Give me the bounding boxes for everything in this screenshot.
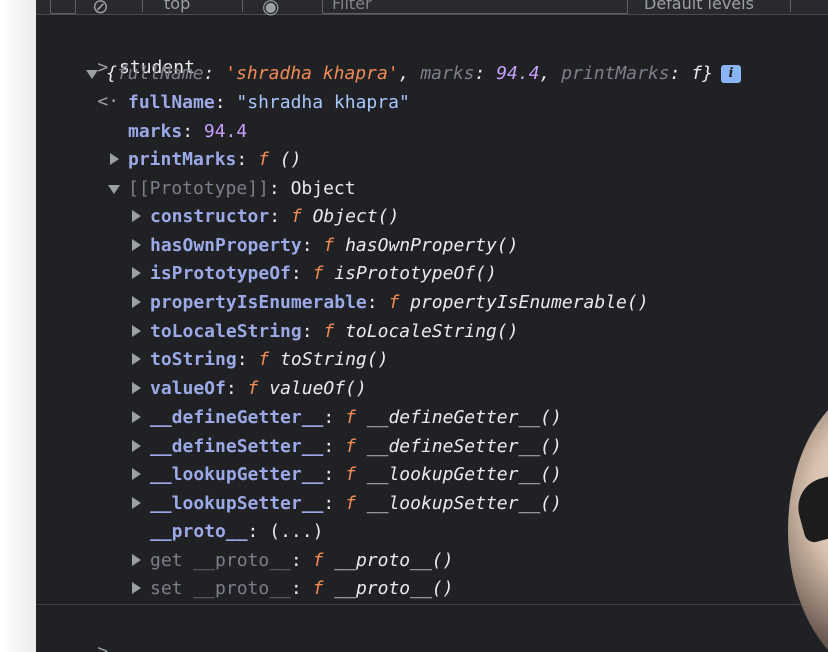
console-input-line: > student [54,26,195,78]
proto-item-valueOf[interactable]: valueOf: f valueOf() [150,375,367,403]
expand-triangle-icon[interactable] [132,353,141,365]
prompt-chevron-icon: > [97,641,109,652]
accessor-get-proto[interactable]: get __proto__: f __proto__() [150,547,453,575]
expand-triangle-icon[interactable] [132,382,141,394]
toolbar-divider [142,0,143,12]
proto-item-hasOwnProperty[interactable]: hasOwnProperty: f hasOwnProperty() [150,232,518,260]
expand-triangle-icon[interactable] [132,497,141,509]
toolbar-divider [242,0,243,12]
prompt-divider [36,604,828,605]
proto-item-toLocaleString[interactable]: toLocaleString: f toLocaleString() [150,318,518,346]
proto-item-defineSetter[interactable]: __defineSetter__: f __defineSetter__() [150,433,562,461]
expand-triangle-icon[interactable] [132,468,141,480]
proto-getter-row[interactable]: __proto__: (...) [150,518,323,546]
info-icon[interactable]: i [720,65,741,83]
proto-item-constructor[interactable]: constructor: f Object() [150,203,399,231]
result-arrow-icon: <· [97,91,120,112]
expand-triangle-icon[interactable] [132,296,141,308]
live-expression-icon[interactable]: ◉ [262,0,279,18]
expand-triangle-icon[interactable] [132,210,141,222]
accessor-set-proto[interactable]: set __proto__: f __proto__() [150,575,453,603]
log-levels-dropdown[interactable]: Default levels [644,0,754,13]
prop-marks: marks: 94.4 [128,121,248,142]
expand-triangle-icon[interactable] [132,582,141,594]
proto-item-lookupSetter[interactable]: __lookupSetter__: f __lookupSetter__() [150,490,562,518]
filter-placeholder: Filter [332,0,372,13]
sidebar-toggle-icon[interactable] [50,0,76,14]
devtools-console: ⊘ top ◉ Filter Default levels > student … [36,0,828,652]
proto-item-propertyIsEnumerable[interactable]: propertyIsEnumerable: f propertyIsEnumer… [150,289,649,317]
page-gutter [0,0,36,652]
toolbar-divider [790,0,791,12]
expand-triangle-icon[interactable] [132,267,141,279]
prop-printMarks[interactable]: printMarks: f () [128,146,301,174]
webcam-avatar [788,380,828,652]
expand-triangle-icon[interactable] [110,153,119,165]
context-selector[interactable]: top [164,0,190,13]
prototype-row[interactable]: [[Prototype]]: Object [128,175,356,203]
proto-item-toString[interactable]: toString: f toString() [150,346,388,374]
proto-item-lookupGetter[interactable]: __lookupGetter__: f __lookupGetter__() [150,461,562,489]
expand-triangle-icon[interactable] [132,440,141,452]
expand-triangle-icon[interactable] [86,70,98,79]
object-summary[interactable]: {fullName: 'shradha khapra', marks: 94.4… [106,60,741,88]
proto-item-isPrototypeOf[interactable]: isPrototypeOf: f isPrototypeOf() [150,260,497,288]
console-prompt[interactable]: > [54,610,108,652]
clear-console-icon[interactable]: ⊘ [92,0,109,18]
expand-triangle-icon[interactable] [132,554,141,566]
console-toolbar: ⊘ top ◉ Filter Default levels [36,0,828,18]
expand-triangle-icon[interactable] [132,325,141,337]
expand-triangle-icon[interactable] [132,411,141,423]
expand-triangle-icon[interactable] [132,239,141,251]
proto-item-defineGetter[interactable]: __defineGetter__: f __defineGetter__() [150,404,562,432]
avatar-shadow [791,465,828,545]
collapse-triangle-icon[interactable] [108,185,120,194]
prop-fullName: fullName: "shradha khapra" [128,92,410,113]
